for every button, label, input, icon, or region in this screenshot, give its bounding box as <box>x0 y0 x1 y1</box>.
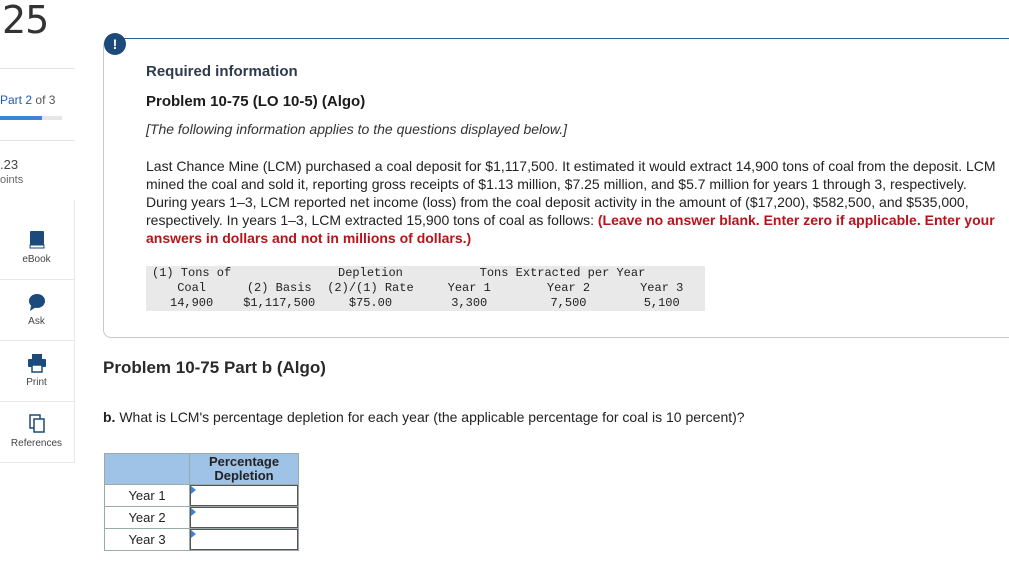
divider <box>0 68 75 69</box>
row-label-year-3: Year 3 <box>104 528 190 551</box>
header-depletion: Depletion <box>338 266 403 280</box>
part-progress-bar <box>0 116 62 120</box>
header-tons-extracted: Tons Extracted per Year <box>479 266 646 280</box>
alert-icon: ! <box>104 33 126 55</box>
year-1-depletion-input[interactable] <box>190 485 298 506</box>
value-tons: 14,900 <box>170 296 214 310</box>
part-indicator: Part 2 of 3 <box>0 93 55 107</box>
ebook-label: eBook <box>22 254 51 265</box>
value-rate: $75.00 <box>348 296 393 310</box>
print-label: Print <box>26 377 47 388</box>
references-button[interactable]: References <box>0 414 73 449</box>
part-prefix: Part <box>0 93 23 107</box>
book-icon <box>29 231 44 249</box>
copy-icon <box>28 414 45 433</box>
problem-title: Problem 10-75 (LO 10-5) (Algo) <box>146 93 366 110</box>
header-year-3: Year 3 <box>640 281 684 295</box>
header-coal: Coal <box>177 281 207 295</box>
divider <box>0 279 75 280</box>
chat-bubble-icon <box>28 294 45 311</box>
row-label-year-1: Year 1 <box>104 484 190 507</box>
part-title: Problem 10-75 Part b (Algo) <box>103 358 326 377</box>
question-prompt: b. What is LCM's percentage depletion fo… <box>103 409 745 425</box>
ebook-button[interactable]: eBook <box>0 230 73 265</box>
points-label: oints <box>0 174 24 186</box>
ask-button[interactable]: Ask <box>0 292 73 327</box>
answer-table: Percentage Depletion Year 1 Year 2 Year … <box>104 453 299 551</box>
divider <box>0 140 75 141</box>
print-button[interactable]: Print <box>0 353 73 388</box>
table-row: Year 2 <box>104 506 299 529</box>
question-letter: b. <box>103 409 116 425</box>
part-current: 2 <box>25 93 33 107</box>
required-information-heading: Required information <box>146 63 298 80</box>
table-row: Coal (2) Basis (2)/(1) Rate Year 1 Year … <box>146 281 705 296</box>
header-year-2: Year 2 <box>546 281 591 295</box>
left-sidebar: 25 Part 2 of 3 .23 oints eBook Ask Print <box>0 0 75 566</box>
row-label-year-2: Year 2 <box>104 506 190 529</box>
points-value: .23 <box>0 157 19 172</box>
problem-description: Last Chance Mine (LCM) purchased a coal … <box>146 157 996 247</box>
flag-icon <box>191 486 196 494</box>
sidebar-border <box>74 200 75 462</box>
percentage-depletion-header: Percentage Depletion <box>189 453 299 485</box>
value-year-1: 3,300 <box>451 296 488 310</box>
ask-label: Ask <box>28 316 45 327</box>
flag-icon <box>191 508 196 516</box>
header-basis: (2) Basis <box>246 281 312 295</box>
table-row: Year 3 <box>104 528 299 551</box>
table-row: 14,900 $1,117,500 $75.00 3,300 7,500 5,1… <box>146 296 705 311</box>
header-tons: (1) Tons of <box>152 266 232 280</box>
value-basis: $1,117,500 <box>243 296 316 310</box>
header-rate: (2)/(1) Rate <box>327 281 414 295</box>
question-text: What is LCM's percentage depletion for e… <box>115 409 745 425</box>
table-row: (1) Tons of Depletion Tons Extracted per… <box>146 266 705 281</box>
flag-icon <box>191 530 196 538</box>
table-row: Percentage Depletion <box>104 453 299 485</box>
header-year-1: Year 1 <box>447 281 491 295</box>
part-progress-fill <box>0 116 42 120</box>
year-3-depletion-input[interactable] <box>190 529 298 550</box>
info-note: [The following information applies to th… <box>146 121 568 137</box>
value-year-3: 5,100 <box>643 296 680 310</box>
value-year-2: 7,500 <box>550 296 587 310</box>
question-number: 25 <box>2 0 49 42</box>
divider <box>0 462 75 463</box>
references-label: References <box>10 438 63 449</box>
table-row: Year 1 <box>104 484 299 507</box>
divider <box>0 401 75 402</box>
printer-icon <box>27 354 46 373</box>
coal-data-table: (1) Tons of Depletion Tons Extracted per… <box>146 266 706 311</box>
divider <box>0 340 75 341</box>
part-of: of 3 <box>35 93 56 107</box>
year-2-depletion-input[interactable] <box>190 507 298 528</box>
